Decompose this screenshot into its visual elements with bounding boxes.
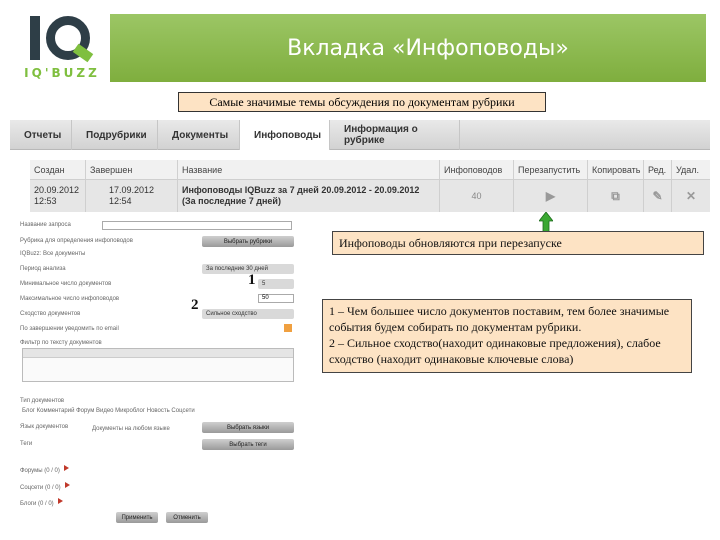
notify-checkbox[interactable] <box>284 324 292 332</box>
forums-expander[interactable]: Форумы (0 / 0) <box>20 459 69 477</box>
callout-top: Самые значимые темы обсуждения по докуме… <box>178 92 546 112</box>
edit-button[interactable]: ✎ <box>644 180 672 212</box>
tab-reports[interactable]: Отчеты <box>10 120 72 150</box>
copy-button[interactable]: ⧉ <box>588 180 644 212</box>
label-period: Период анализа <box>20 266 66 272</box>
label-filter: Фильтр по тексту документов <box>20 340 102 346</box>
expand-icon <box>63 464 69 471</box>
slide: IQ'BUZZ Вкладка «Инфоповоды» Самые значи… <box>0 0 720 540</box>
callout-restart: Инфоповоды обновляются при перезапуске <box>332 231 704 255</box>
col-edit[interactable]: Ред. <box>644 160 672 179</box>
choose-lang-button[interactable]: Выбрать языки <box>202 422 294 433</box>
close-icon: ✕ <box>685 188 697 203</box>
play-icon: ▶ <box>545 188 556 203</box>
logo-text: IQ'BUZZ <box>24 66 100 80</box>
choose-tags-button[interactable]: Выбрать теги <box>202 439 294 450</box>
legend-item-2: 2 – Сильное сходство(находит одинаковые … <box>329 336 661 366</box>
tab-subrubrics[interactable]: Подрубрики <box>72 120 158 150</box>
marker-1: 1 <box>248 272 256 288</box>
pencil-icon: ✎ <box>652 188 663 203</box>
col-count[interactable]: Инфоповодов <box>440 160 514 179</box>
copy-icon: ⧉ <box>611 188 620 203</box>
label-tags: Теги <box>20 441 33 447</box>
maxevents-input[interactable]: 50 <box>258 294 294 303</box>
label-doctypes: Тип документов <box>20 398 65 404</box>
tab-rubric-info[interactable]: Информация о рубрике <box>330 120 460 150</box>
col-name[interactable]: Название <box>178 160 440 179</box>
tab-infopovody[interactable]: Инфоповоды <box>240 120 330 150</box>
col-restart[interactable]: Перезапустить <box>514 160 588 179</box>
label-similarity: Сходство документов <box>20 311 81 317</box>
expand-icon <box>57 497 63 504</box>
table-row[interactable]: 20.09.2012 12:53 17.09.2012 12:54 Инфопо… <box>30 180 710 212</box>
doctypes-checkboxes[interactable]: Блог Комментарий Форум Видео Микроблог Н… <box>22 408 195 414</box>
col-created[interactable]: Создан <box>30 160 86 179</box>
grid-header: Создан Завершен Название Инфоповодов Пер… <box>30 160 710 180</box>
similarity-select[interactable]: Сильное сходство <box>202 309 294 319</box>
marker-2: 2 <box>191 297 199 313</box>
cell-name[interactable]: Инфоповоды IQBuzz за 7 дней 20.09.2012 -… <box>178 180 440 212</box>
mindocs-select[interactable]: 5 <box>258 279 294 289</box>
expand-icon <box>64 481 70 488</box>
callout-legend: 1 – Чем большее число документов постави… <box>322 299 692 373</box>
col-copy[interactable]: Копировать <box>588 160 644 179</box>
lang-value: Документы на любом языке <box>92 426 170 432</box>
col-finished[interactable]: Завершен <box>86 160 178 179</box>
iqbuzz-logo: IQ'BUZZ <box>14 10 100 86</box>
label-mindocs: Минимальное число документов <box>20 281 112 287</box>
cancel-button[interactable]: Отменить <box>166 512 208 523</box>
label-query: Название запроса <box>20 222 71 228</box>
label-notify: По завершении уведомить по email <box>20 326 119 332</box>
filter-table[interactable] <box>22 348 294 382</box>
restart-button[interactable]: ▶ <box>514 180 588 212</box>
apply-button[interactable]: Применить <box>116 512 158 523</box>
tab-bar: Отчеты Подрубрики Документы Инфоповоды И… <box>10 120 710 150</box>
label-lang: Язык документов <box>20 424 69 430</box>
choose-rubrics-button[interactable]: Выбрать рубрики <box>202 236 294 247</box>
query-input[interactable] <box>102 221 292 230</box>
label-maxevents: Максимальное число инфоповодов <box>20 296 120 302</box>
blogs-expander[interactable]: Блоги (0 / 0) <box>20 492 63 510</box>
label-rubric: Рубрика для определения инфоповодов <box>20 238 133 244</box>
col-delete[interactable]: Удал. <box>672 160 710 179</box>
cell-count: 40 <box>440 180 514 212</box>
delete-button[interactable]: ✕ <box>672 180 710 212</box>
header-bar: Вкладка «Инфоповоды» <box>110 14 706 82</box>
slide-title: Вкладка «Инфоповоды» <box>287 35 569 61</box>
tab-documents[interactable]: Документы <box>158 120 240 150</box>
cell-finished: 17.09.2012 12:54 <box>86 180 178 212</box>
cell-created: 20.09.2012 12:53 <box>30 180 86 212</box>
legend-item-1: 1 – Чем большее число документов постави… <box>329 304 670 334</box>
rubric-value: IQBuzz: Все документы <box>20 251 86 257</box>
